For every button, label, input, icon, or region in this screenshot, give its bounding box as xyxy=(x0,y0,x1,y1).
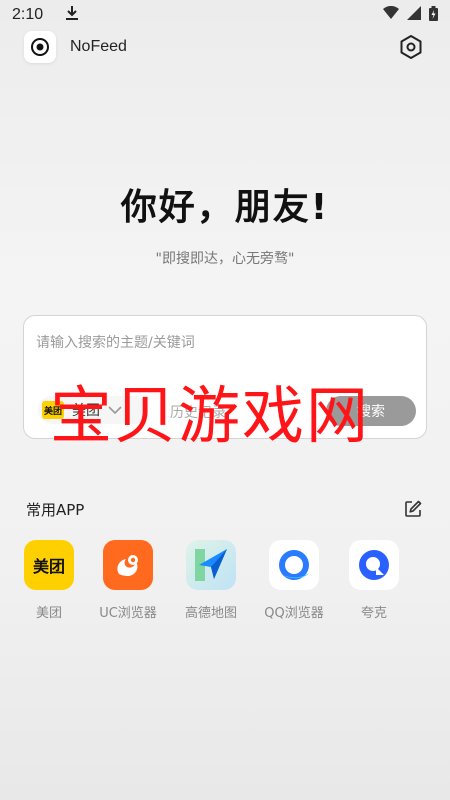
meituan-icon: 美团 xyxy=(24,540,74,590)
battery-icon xyxy=(429,5,438,25)
app-item-meituan[interactable]: 美团 美团 xyxy=(9,540,89,621)
signal-icon xyxy=(407,6,421,24)
search-engine-selector[interactable]: 美团 美团 xyxy=(38,396,148,424)
status-bar: 2:10 xyxy=(0,0,450,30)
slogan: "即搜即达，心无旁骛" xyxy=(155,251,295,267)
qq-browser-icon xyxy=(269,540,319,590)
target-icon xyxy=(24,31,56,63)
download-icon xyxy=(65,5,79,25)
chevron-down-icon xyxy=(108,405,122,415)
history-button[interactable]: 历史记录 xyxy=(170,402,226,422)
meituan-engine-logo: 美团 xyxy=(42,401,64,419)
greeting-title: 你好，朋友! xyxy=(120,187,330,228)
app-label: 夸克 xyxy=(360,606,387,621)
common-apps-header: 常用APP xyxy=(26,496,424,522)
amap-icon xyxy=(186,540,236,590)
app-label: 美团 xyxy=(35,606,62,621)
search-engine-name: 美团 xyxy=(72,403,100,419)
app-label: 高德地图 xyxy=(184,606,237,621)
app-header: NoFeed xyxy=(0,30,450,64)
status-time: 2:10 xyxy=(12,6,44,23)
edit-icon[interactable] xyxy=(402,498,424,520)
search-card: 美团 美团 历史记录 搜索 xyxy=(23,315,427,439)
app-item-qq-browser[interactable]: QQ浏览器 xyxy=(254,540,334,621)
hexagon-settings-icon[interactable] xyxy=(396,32,426,62)
app-name: NoFeed xyxy=(70,38,127,55)
app-label: UC浏览器 xyxy=(99,606,157,621)
app-item-amap[interactable]: 高德地图 xyxy=(171,540,251,621)
search-button[interactable]: 搜索 xyxy=(326,396,416,426)
app-label: QQ浏览器 xyxy=(264,606,324,621)
common-apps-title: 常用APP xyxy=(26,500,85,519)
quark-icon xyxy=(349,540,399,590)
app-item-quark[interactable]: 夸克 xyxy=(334,540,414,621)
uc-browser-icon xyxy=(103,540,153,590)
common-apps-grid: 美团 美团 UC浏览器 高德地图 QQ浏览器 夸克 xyxy=(24,540,424,630)
wifi-icon xyxy=(383,5,399,24)
app-item-uc-browser[interactable]: UC浏览器 xyxy=(88,540,168,621)
search-input[interactable] xyxy=(36,328,416,358)
